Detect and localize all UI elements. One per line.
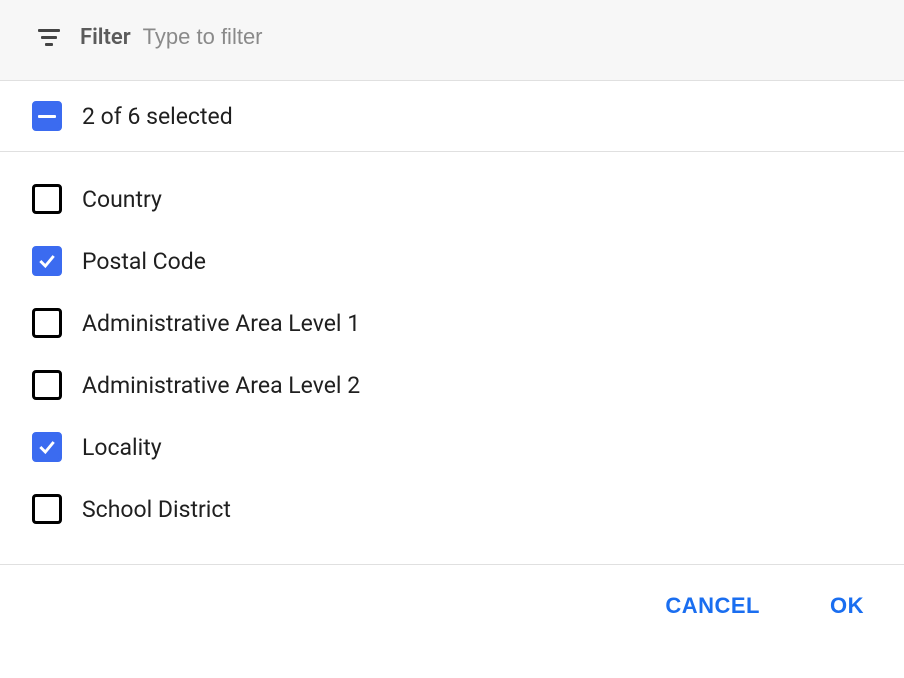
- option-label: Administrative Area Level 2: [82, 372, 360, 399]
- checkbox-unchecked[interactable]: [32, 308, 62, 338]
- checkbox-unchecked[interactable]: [32, 184, 62, 214]
- checkbox-unchecked[interactable]: [32, 370, 62, 400]
- option-school-district[interactable]: School District: [32, 478, 872, 540]
- option-label: Country: [82, 186, 162, 213]
- filter-bar: Filter: [0, 0, 904, 81]
- select-all-row[interactable]: 2 of 6 selected: [0, 81, 904, 152]
- dialog-actions: CANCEL OK: [0, 565, 904, 647]
- filter-icon: [36, 26, 62, 48]
- select-all-checkbox[interactable]: [32, 101, 62, 131]
- option-admin-area-2[interactable]: Administrative Area Level 2: [32, 354, 872, 416]
- option-label: Administrative Area Level 1: [82, 310, 360, 337]
- option-label: School District: [82, 496, 231, 523]
- checkbox-unchecked[interactable]: [32, 494, 62, 524]
- filter-label: Filter: [80, 25, 131, 50]
- checkbox-checked[interactable]: [32, 432, 62, 462]
- option-locality[interactable]: Locality: [32, 416, 872, 478]
- cancel-button[interactable]: CANCEL: [657, 589, 768, 623]
- option-postal-code[interactable]: Postal Code: [32, 230, 872, 292]
- option-label: Postal Code: [82, 248, 206, 275]
- indeterminate-icon: [38, 115, 56, 118]
- option-admin-area-1[interactable]: Administrative Area Level 1: [32, 292, 872, 354]
- check-icon: [37, 251, 57, 271]
- options-list: Country Postal Code Administrative Area …: [0, 152, 904, 565]
- option-country[interactable]: Country: [32, 168, 872, 230]
- ok-button[interactable]: OK: [822, 589, 872, 623]
- option-label: Locality: [82, 434, 162, 461]
- filter-input[interactable]: [143, 24, 543, 50]
- selection-summary: 2 of 6 selected: [82, 103, 233, 130]
- checkbox-checked[interactable]: [32, 246, 62, 276]
- check-icon: [37, 437, 57, 457]
